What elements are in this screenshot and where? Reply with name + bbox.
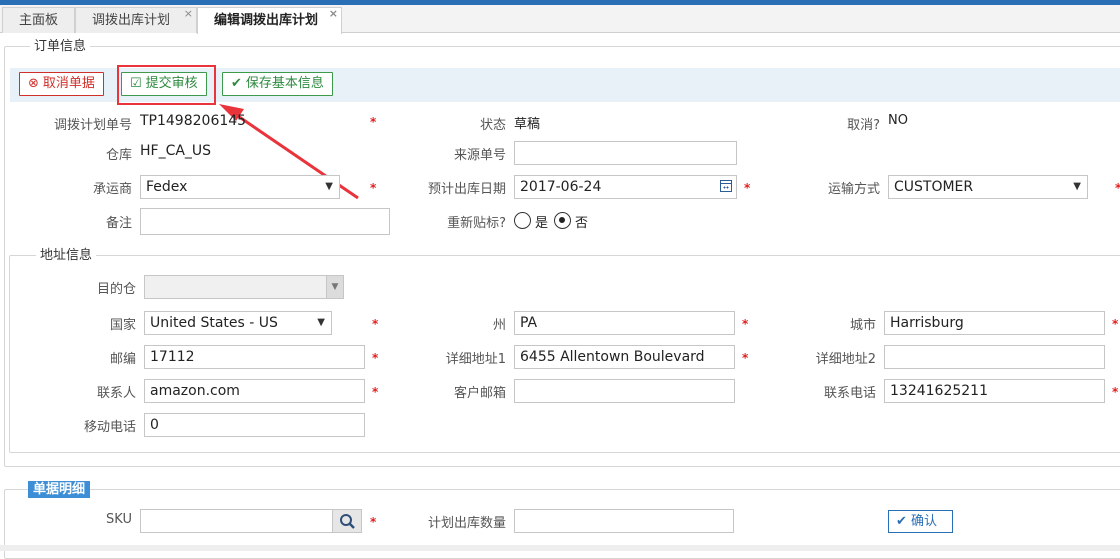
quantity-input[interactable] [514,509,734,533]
country-label: 国家 [109,318,136,333]
carrier-label: 承运商 [92,182,132,197]
required-mark: * [1112,385,1119,399]
plan-no-label: 调拨计划单号 [53,118,132,133]
country-select[interactable]: United States - US ▼ [144,311,332,335]
required-mark: * [742,317,749,331]
dropdown-caret-icon: ▼ [1073,181,1081,192]
contact-label: 联系人 [96,386,136,401]
remark-textarea[interactable] [140,208,390,235]
source-no-input[interactable] [514,141,737,165]
required-mark: * [372,385,379,399]
remark-label: 备注 [105,216,132,231]
cancelled-value: NO [888,113,908,128]
check-icon: ✔ [896,514,907,529]
dest-warehouse-label: 目的仓 [96,282,136,297]
required-mark: * [370,181,377,195]
sku-search-button[interactable] [332,509,362,533]
source-no-label: 来源单号 [453,148,506,163]
dropdown-caret-icon: ▼ [317,317,325,328]
address1-input[interactable]: 6455 Allentown Boulevard [514,345,735,369]
warehouse-value: HF_CA_US [140,143,212,159]
dest-warehouse-select[interactable]: ▼ [144,275,344,299]
sku-input[interactable] [140,509,333,533]
mobile-input[interactable]: 0 [144,413,365,437]
email-input[interactable] [514,379,735,403]
relabel-no-label: 否 [575,216,589,231]
calendar-icon[interactable] [720,180,732,192]
required-mark: * [1115,181,1120,195]
address1-label: 详细地址1 [445,352,506,367]
relabel-yes-label: 是 [535,216,549,231]
warehouse-label: 仓库 [105,148,132,163]
relabel-yes-radio[interactable] [514,212,531,229]
phone-label: 联系电话 [823,386,876,401]
bottom-strip [0,545,1120,551]
relabel-no-radio[interactable] [554,212,571,229]
planned-date-label: 预计出库日期 [427,182,506,197]
dropdown-arrow-icon: ▼ [326,276,343,298]
zip-input[interactable]: 17112 [144,345,365,369]
mobile-label: 移动电话 [83,420,136,435]
required-mark: * [742,351,749,365]
address2-label: 详细地址2 [815,352,876,367]
detail-section-tag: 单据明细 [28,481,91,498]
phone-input[interactable]: 13241625211 [884,379,1105,403]
search-icon [340,514,355,529]
required-mark: * [370,115,377,129]
required-mark: * [370,515,377,529]
zip-label: 邮编 [109,352,136,367]
required-mark: * [372,351,379,365]
shipping-method-label: 运输方式 [827,182,880,197]
email-label: 客户邮箱 [453,386,506,401]
city-input[interactable]: Harrisburg [884,311,1105,335]
required-mark: * [744,181,751,195]
required-mark: * [372,317,379,331]
relabel-label: 重新贴标? [447,216,506,231]
dropdown-caret-icon: ▼ [325,181,333,192]
required-mark: * [1112,317,1119,331]
shipping-method-select[interactable]: CUSTOMER ▼ [888,175,1088,199]
status-value: 草稿 [514,117,541,132]
planned-date-input[interactable]: 2017-06-24 [514,175,737,199]
quantity-label: 计划出库数量 [427,516,506,531]
carrier-select[interactable]: Fedex ▼ [140,175,340,199]
sku-label: SKU [106,512,132,527]
city-label: 城市 [849,318,876,333]
state-input[interactable]: PA [514,311,735,335]
state-label: 州 [492,318,506,333]
contact-input[interactable]: amazon.com [144,379,365,403]
address-info-legend: 地址信息 [36,248,97,264]
status-label: 状态 [479,118,506,133]
plan-no-value: TP1498206145 [140,113,247,129]
cancelled-label: 取消? [847,118,880,133]
address2-input[interactable] [884,345,1105,369]
confirm-button[interactable]: ✔ 确认 [888,510,953,533]
